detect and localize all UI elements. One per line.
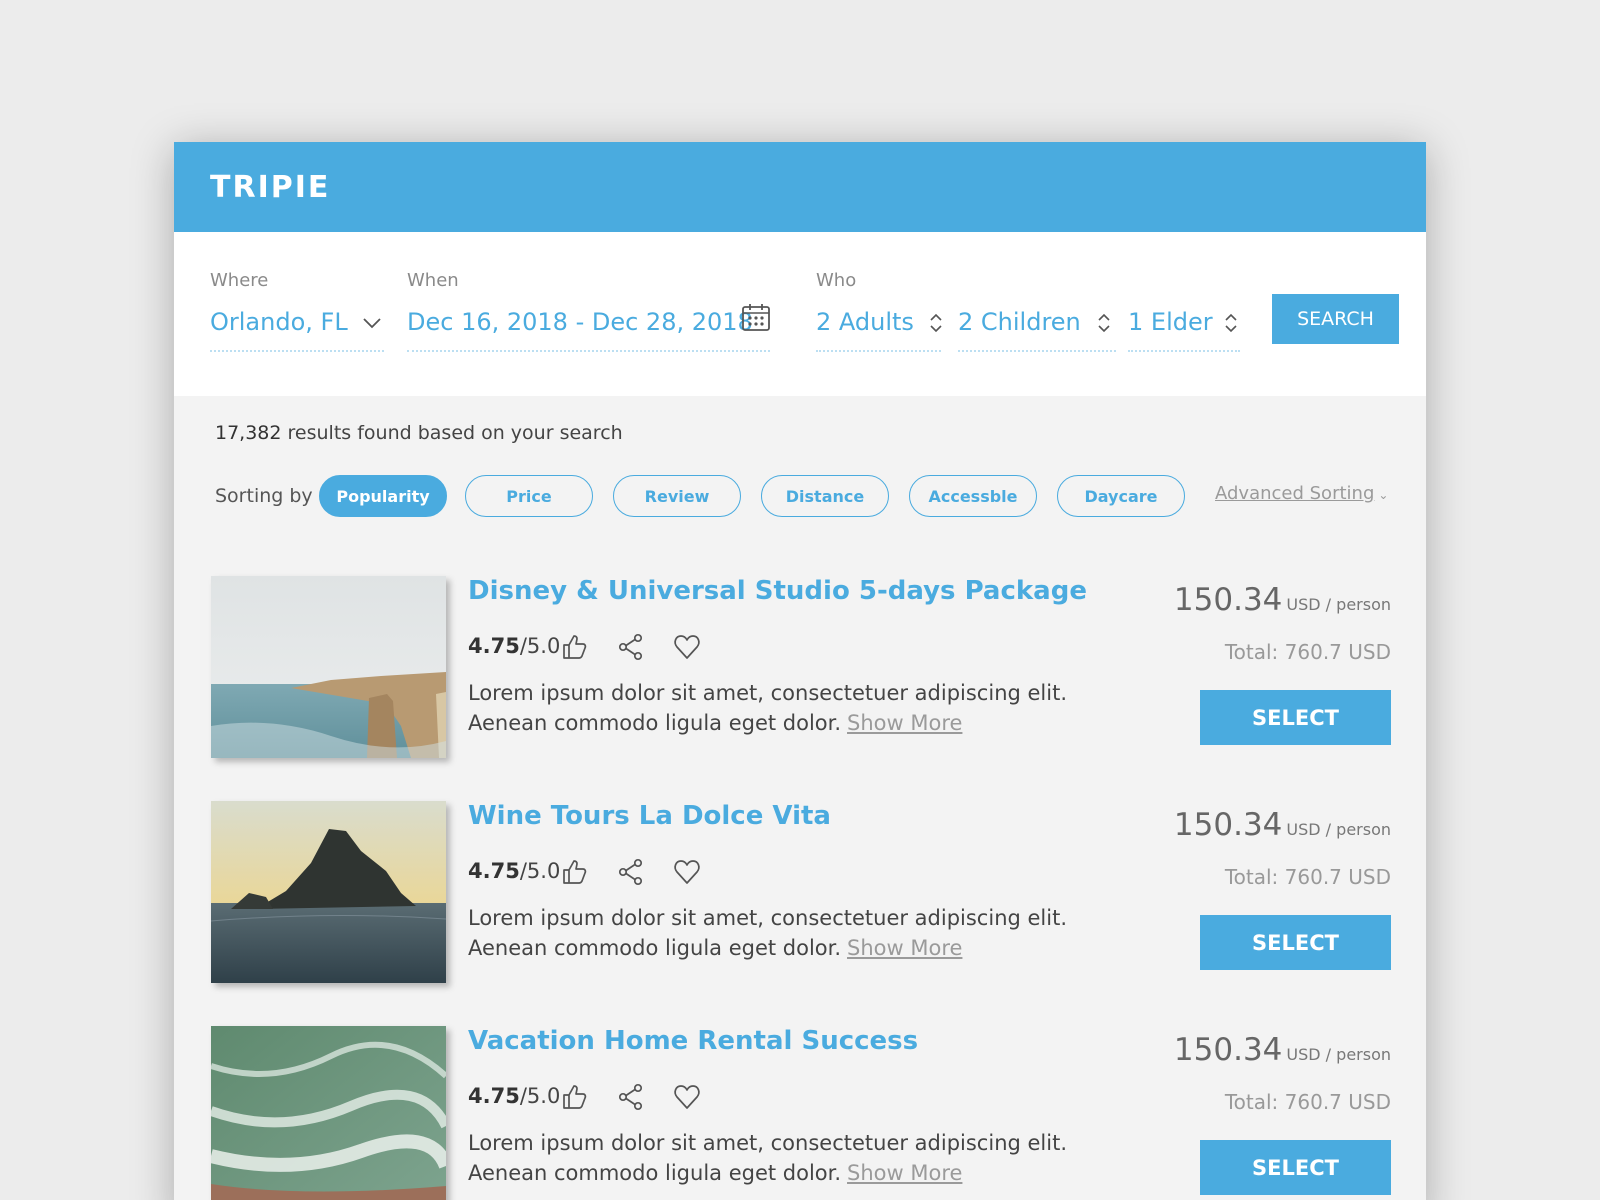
listing-total: Total: 760.7 USD <box>1224 865 1391 889</box>
adults-stepper[interactable]: 2 Adults <box>816 308 914 336</box>
children-underline <box>958 350 1116 352</box>
share-icon[interactable] <box>616 632 646 662</box>
listing-card: Wine Tours La Dolce Vita 4.75/5.0 Lorem … <box>211 801 1391 986</box>
results-suffix: results found based on your search <box>281 422 623 444</box>
show-more-link[interactable]: Show More <box>847 711 962 735</box>
listing-title[interactable]: Wine Tours La Dolce Vita <box>468 801 831 831</box>
advanced-sorting[interactable]: Advanced Sorting ⌄ <box>1215 483 1388 504</box>
listing-total: Total: 760.7 USD <box>1224 1090 1391 1114</box>
listing-price: 150.34 USD / person <box>1173 807 1391 843</box>
app-window: TRIPIE Where Orlando, FL When Dec 16, 20… <box>174 142 1426 1200</box>
sort-daycare[interactable]: Daycare <box>1057 475 1185 517</box>
sort-accessible[interactable]: Accessble <box>909 475 1037 517</box>
share-icon[interactable] <box>616 857 646 887</box>
when-field[interactable]: When Dec 16, 2018 - Dec 28, 2018 <box>407 270 770 352</box>
listing-image[interactable] <box>211 576 446 758</box>
when-value[interactable]: Dec 16, 2018 - Dec 28, 2018 <box>407 308 753 336</box>
chevron-down-icon: ⌄ <box>1378 488 1389 502</box>
listing-image[interactable] <box>211 1026 446 1200</box>
heart-icon[interactable] <box>672 1082 702 1112</box>
results-number: 17,382 <box>215 422 282 444</box>
results-count: 17,382 results found based on your searc… <box>215 422 623 444</box>
top-bar: TRIPIE <box>174 142 1426 232</box>
where-field[interactable]: Where Orlando, FL <box>210 270 384 352</box>
listing-rating: 4.75/5.0 <box>468 859 561 883</box>
listing-description: Lorem ipsum dolor sit amet, consectetuer… <box>468 906 1068 960</box>
show-more-link[interactable]: Show More <box>847 1161 962 1185</box>
thumbs-up-icon[interactable] <box>560 857 590 887</box>
listing-rating: 4.75/5.0 <box>468 1084 561 1108</box>
elders-underline <box>1128 350 1240 352</box>
chevron-down-icon[interactable] <box>362 316 382 330</box>
calendar-icon[interactable] <box>741 302 771 332</box>
share-icon[interactable] <box>616 1082 646 1112</box>
listing-description: Lorem ipsum dolor sit amet, consectetuer… <box>468 681 1068 735</box>
listing-card: Vacation Home Rental Success 4.75/5.0 Lo… <box>211 1026 1391 1200</box>
listing-description: Lorem ipsum dolor sit amet, consectetuer… <box>468 1131 1068 1185</box>
heart-icon[interactable] <box>672 632 702 662</box>
sorting-bar: Sorting by Popularity Price Review Dista… <box>215 475 1395 519</box>
where-underline <box>210 350 384 352</box>
thumbs-up-icon[interactable] <box>560 632 590 662</box>
search-button[interactable]: SEARCH <box>1272 294 1399 344</box>
select-button[interactable]: SELECT <box>1200 915 1391 970</box>
heart-icon[interactable] <box>672 857 702 887</box>
listing-image[interactable] <box>211 801 446 983</box>
sort-popularity[interactable]: Popularity <box>319 475 447 517</box>
select-button[interactable]: SELECT <box>1200 690 1391 745</box>
show-more-link[interactable]: Show More <box>847 936 962 960</box>
who-field: Who 2 Adults 2 Children 1 Elder <box>816 270 1246 352</box>
sort-distance[interactable]: Distance <box>761 475 889 517</box>
sort-review[interactable]: Review <box>613 475 741 517</box>
listing-card: Disney & Universal Studio 5-days Package… <box>211 576 1391 761</box>
elders-stepper[interactable]: 1 Elder <box>1128 308 1213 336</box>
thumbs-up-icon[interactable] <box>560 1082 590 1112</box>
adults-underline <box>816 350 941 352</box>
listing-total: Total: 760.7 USD <box>1224 640 1391 664</box>
up-down-stepper-icon[interactable] <box>1097 312 1111 334</box>
listing-title[interactable]: Disney & Universal Studio 5-days Package <box>468 576 1087 606</box>
listing-title[interactable]: Vacation Home Rental Success <box>468 1026 918 1056</box>
sort-price[interactable]: Price <box>465 475 593 517</box>
listing-price: 150.34 USD / person <box>1173 582 1391 618</box>
where-value[interactable]: Orlando, FL <box>210 308 348 336</box>
search-bar: Where Orlando, FL When Dec 16, 2018 - De… <box>174 232 1426 396</box>
logo: TRIPIE <box>210 169 331 205</box>
where-label: Where <box>210 270 269 291</box>
listing-rating: 4.75/5.0 <box>468 634 561 658</box>
children-stepper[interactable]: 2 Children <box>958 308 1081 336</box>
when-label: When <box>407 270 459 291</box>
who-label: Who <box>816 270 857 291</box>
up-down-stepper-icon[interactable] <box>929 312 943 334</box>
select-button[interactable]: SELECT <box>1200 1140 1391 1195</box>
up-down-stepper-icon[interactable] <box>1224 312 1238 334</box>
listing-price: 150.34 USD / person <box>1173 1032 1391 1068</box>
sort-label: Sorting by <box>215 485 313 507</box>
when-underline <box>407 350 770 352</box>
